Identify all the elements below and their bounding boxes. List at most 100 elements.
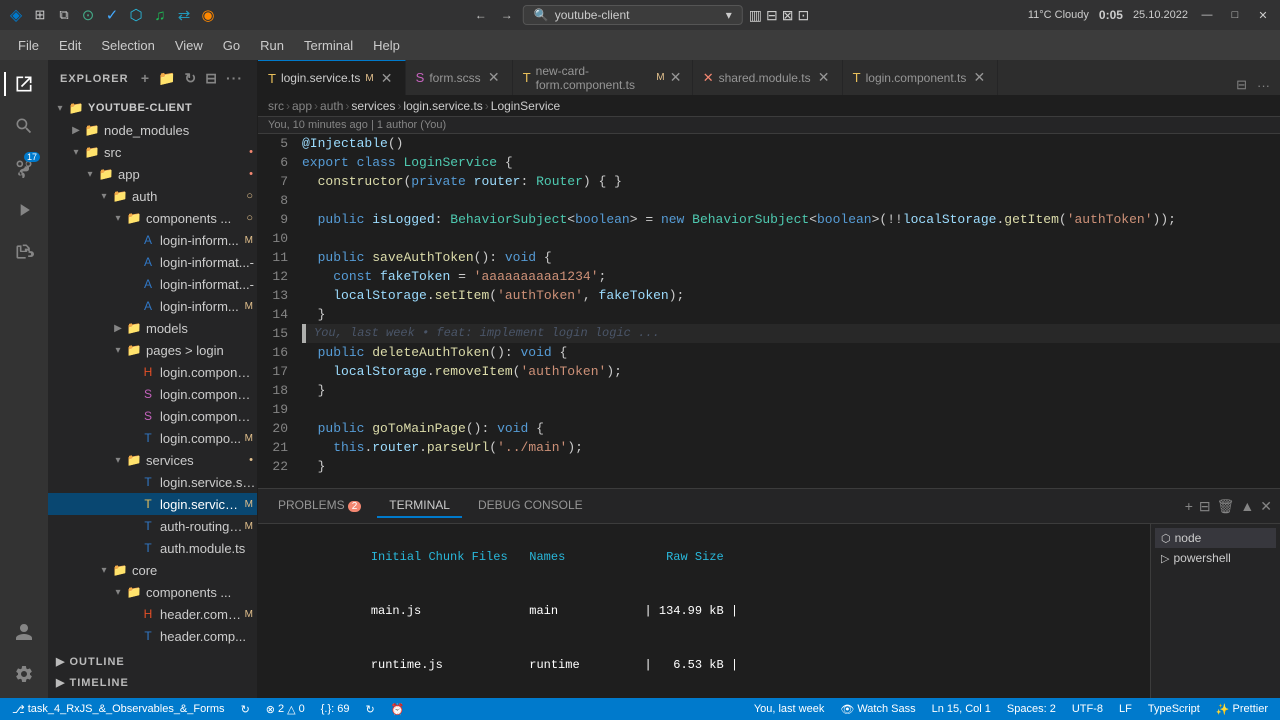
tab-shared-module[interactable]: ✕ shared.module.ts ✕ (693, 60, 843, 95)
layout-icon-4[interactable]: ⊡ (797, 7, 809, 24)
status-git-branch[interactable]: ⎇ task_4_RxJS_&_Observables_&_Forms (8, 698, 229, 720)
refresh-icon[interactable]: ↻ (183, 68, 200, 89)
status-cursor-pos[interactable]: Ln 15, Col 1 (928, 698, 995, 720)
activity-search[interactable] (4, 106, 44, 146)
status-watch-sass[interactable]: 👁 Watch Sass (836, 698, 919, 720)
panel-tab-problems[interactable]: PROBLEMS2 (266, 494, 373, 518)
status-errors[interactable]: ⊗ 2 △ 0 (262, 698, 309, 720)
code-editor[interactable]: 5 6 7 8 9 10 11 12 13 14 15 16 17 18 (258, 134, 1280, 488)
tab-form-scss[interactable]: S form.scss ✕ (406, 60, 513, 95)
close-panel-icon[interactable]: ✕ (1260, 498, 1272, 515)
menu-run[interactable]: Run (252, 35, 292, 56)
activity-accounts[interactable] (4, 612, 44, 652)
new-folder-icon[interactable]: 📁 (156, 68, 178, 89)
terminal-proc-powershell[interactable]: ▷ powershell (1155, 548, 1276, 568)
breadcrumb-src[interactable]: src (268, 99, 284, 113)
status-prettier[interactable]: ✨ Prettier (1212, 698, 1272, 720)
search-bar[interactable]: 🔍 youtube-client ▾ (523, 5, 743, 25)
menu-file[interactable]: File (10, 35, 47, 56)
tree-login-inform4[interactable]: ▶ A login-inform... M (48, 295, 257, 317)
status-language[interactable]: TypeScript (1144, 698, 1204, 720)
breadcrumb-symbol[interactable]: LoginService (491, 99, 560, 113)
terminal-content[interactable]: Initial Chunk Files Names Raw Size main.… (258, 524, 1150, 698)
more-tabs-icon[interactable]: ··· (1253, 76, 1274, 95)
tree-login-service[interactable]: ▶ T login.service.ts M (48, 493, 257, 515)
menu-terminal[interactable]: Terminal (296, 35, 361, 56)
tab-new-card-form[interactable]: T new-card-form.component.ts M ✕ (513, 60, 693, 95)
tree-login-spec[interactable]: ▶ T login.service.spec.ts (48, 471, 257, 493)
tree-node-modules[interactable]: ▶ 📁 node_modules (48, 119, 257, 141)
tree-auth-module[interactable]: ▶ T auth.module.ts (48, 537, 257, 559)
menu-edit[interactable]: Edit (51, 35, 89, 56)
tree-login-inform2[interactable]: ▶ A login-informat...- (48, 251, 257, 273)
tab-login-component[interactable]: T login.component.ts ✕ (843, 60, 999, 95)
tree-auth-routing[interactable]: ▶ T auth-routing.modul... M (48, 515, 257, 537)
maximize-panel-icon[interactable]: ▲ (1240, 498, 1254, 514)
status-sync[interactable]: ↻ (237, 698, 254, 720)
tree-login-comp-s[interactable]: ▶ S login.component.s... (48, 383, 257, 405)
tree-pages-login[interactable]: ▾ 📁 pages > login (48, 339, 257, 361)
panel-tab-terminal[interactable]: TERMINAL (377, 494, 462, 518)
tree-models[interactable]: ▶ 📁 models (48, 317, 257, 339)
tree-login-comp-h[interactable]: ▶ H login.component.h... (48, 361, 257, 383)
tree-core[interactable]: ▾ 📁 core (48, 559, 257, 581)
status-clock[interactable]: ⏰ (387, 698, 409, 720)
close-button[interactable]: ✕ (1254, 7, 1272, 23)
kill-terminal-icon[interactable]: 🗑 (1217, 498, 1235, 515)
maximize-button[interactable]: □ (1226, 7, 1244, 23)
panel-tab-debug-console[interactable]: DEBUG CONSOLE (466, 494, 595, 518)
activity-settings[interactable] (4, 654, 44, 694)
activity-explorer[interactable] (4, 64, 44, 104)
new-file-icon[interactable]: + (139, 68, 152, 89)
breadcrumb-services[interactable]: services (351, 99, 395, 113)
layout-icon-1[interactable]: ▥ (749, 7, 762, 24)
breadcrumb-app[interactable]: app (292, 99, 312, 113)
login-comp-tab-close[interactable]: ✕ (971, 69, 987, 86)
tree-src[interactable]: ▾ 📁 src • (48, 141, 257, 163)
status-spaces[interactable]: Spaces: 2 (1003, 698, 1060, 720)
status-format[interactable]: {.}: 69 (317, 698, 354, 720)
shared-tab-close[interactable]: ✕ (816, 69, 832, 86)
menu-help[interactable]: Help (365, 35, 408, 56)
activity-run[interactable] (4, 190, 44, 230)
timeline-section-header[interactable]: ▶ TIMELINE (48, 672, 257, 693)
menu-go[interactable]: Go (215, 35, 248, 56)
tab-login-service[interactable]: T login.service.ts M ✕ (258, 60, 406, 95)
menu-selection[interactable]: Selection (93, 35, 162, 56)
tree-auth[interactable]: ▾ 📁 auth ○ (48, 185, 257, 207)
minimize-button[interactable]: — (1198, 7, 1216, 23)
breadcrumb-auth[interactable]: auth (320, 99, 343, 113)
nav-back[interactable]: ← (471, 6, 491, 24)
new-card-tab-close[interactable]: ✕ (670, 69, 682, 86)
tree-app[interactable]: ▾ 📁 app • (48, 163, 257, 185)
tree-root-folder[interactable]: ▾ 📁 YOUTUBE-CLIENT (48, 97, 257, 119)
tree-header-comp1[interactable]: ▶ H header.comp... M (48, 603, 257, 625)
tree-components[interactable]: ▾ 📁 components ... ○ (48, 207, 257, 229)
collapse-icon[interactable]: ⊟ (203, 68, 220, 89)
tree-services[interactable]: ▾ 📁 services • (48, 449, 257, 471)
terminal-proc-node[interactable]: ⬡ node (1155, 528, 1276, 548)
split-terminal-icon[interactable]: ⊟ (1199, 498, 1211, 515)
nav-forward[interactable]: → (497, 6, 517, 24)
form-scss-tab-close[interactable]: ✕ (486, 69, 502, 86)
login-service-tab-close[interactable]: ✕ (379, 70, 395, 87)
status-line-ending[interactable]: LF (1115, 698, 1136, 720)
tree-login-inform1[interactable]: ▶ A login-inform... M (48, 229, 257, 251)
split-editor-icon[interactable]: ⊟ (1232, 75, 1251, 95)
activity-extensions[interactable] (4, 232, 44, 272)
activity-source-control[interactable]: 17 (4, 148, 44, 188)
breadcrumb-file[interactable]: login.service.ts (403, 99, 482, 113)
tree-login-comp-s2[interactable]: ▶ S login.component.s... (48, 405, 257, 427)
add-terminal-icon[interactable]: + (1185, 498, 1193, 514)
menu-view[interactable]: View (167, 35, 211, 56)
tree-header-comp2[interactable]: ▶ T header.comp... (48, 625, 257, 647)
layout-icon-2[interactable]: ⊟ (766, 7, 778, 24)
outline-section-header[interactable]: ▶ OUTLINE (48, 651, 257, 672)
more-actions-icon[interactable]: ··· (224, 68, 245, 89)
tree-login-inform3[interactable]: ▶ A login-informat...- (48, 273, 257, 295)
tree-login-comp-m[interactable]: ▶ T login.compo... M (48, 427, 257, 449)
tree-core-components[interactable]: ▾ 📁 components ... (48, 581, 257, 603)
status-git-user[interactable]: You, last week (750, 698, 829, 720)
status-run[interactable]: ↻ (361, 698, 378, 720)
layout-icon-3[interactable]: ⊠ (782, 7, 794, 24)
